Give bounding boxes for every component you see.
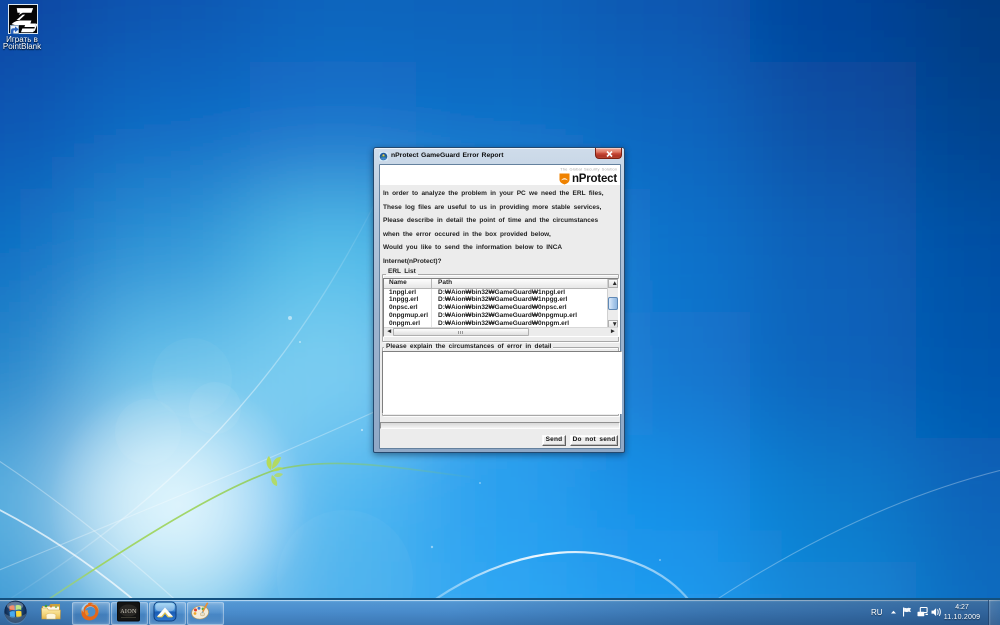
svg-text:AION: AION — [120, 609, 137, 615]
